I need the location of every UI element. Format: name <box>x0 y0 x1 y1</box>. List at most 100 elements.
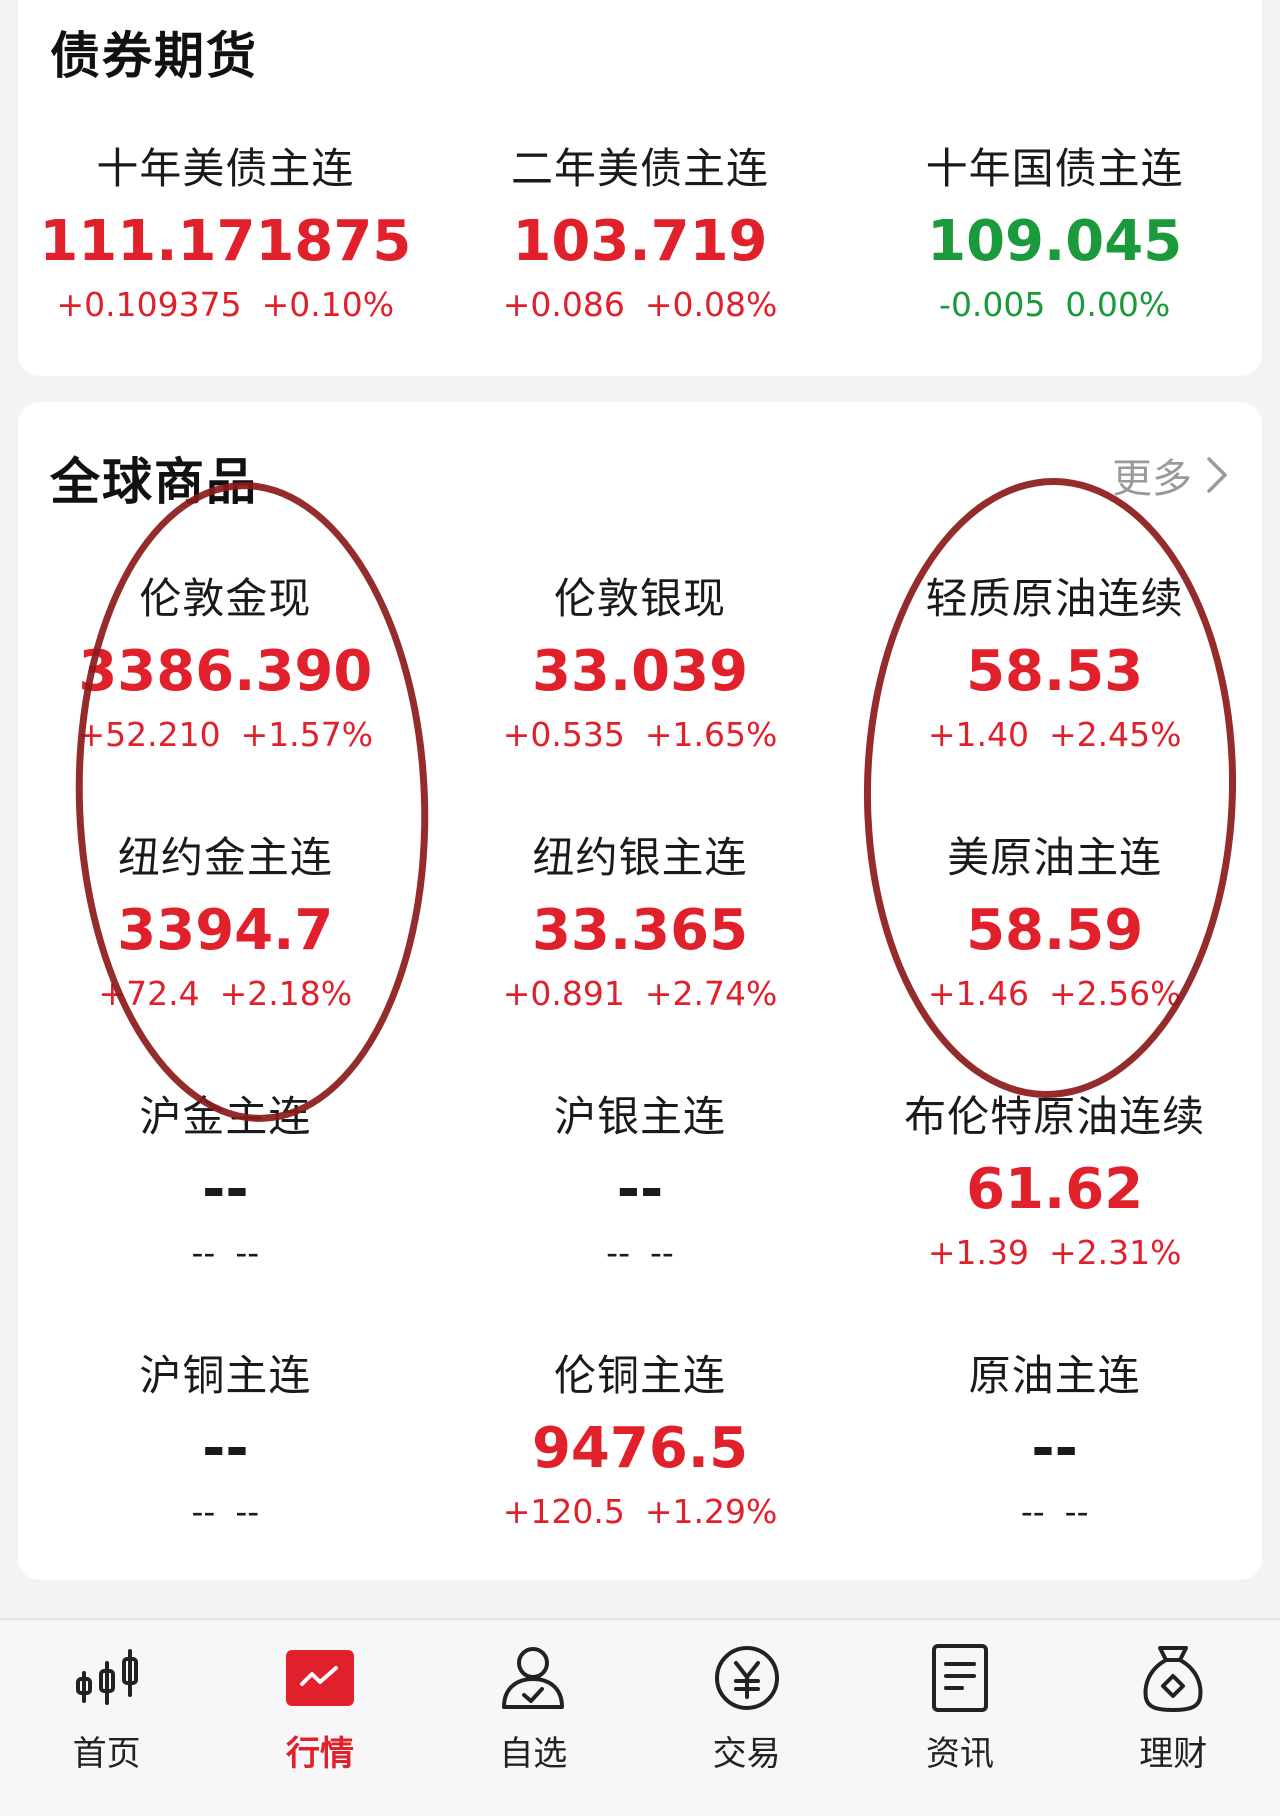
money-bag-icon <box>1133 1638 1213 1718</box>
quote-price: 33.039 <box>531 639 749 704</box>
tab-label: 资讯 <box>925 1734 994 1774</box>
quote-price: 3386.390 <box>78 639 373 704</box>
quote-change: +0.109375 <box>56 285 242 324</box>
quote-change-row: +0.109375 +0.10% <box>57 282 395 328</box>
quote-change-pct: +2.45% <box>1048 715 1182 754</box>
quote-change: +1.46 <box>927 974 1029 1013</box>
quote-shanghai-silver-main[interactable]: 沪银主连 -- -- -- <box>433 1088 848 1347</box>
quote-change-pct: +0.10% <box>261 285 395 324</box>
quote-price: 58.53 <box>966 639 1144 704</box>
quote-price: -- <box>202 1416 249 1481</box>
quote-change-row: -- -- <box>192 1230 260 1276</box>
quote-name: 沪银主连 <box>553 1092 726 1141</box>
quote-price: 103.719 <box>512 209 768 274</box>
tab-label: 首页 <box>72 1734 141 1774</box>
candlestick-icon <box>67 1638 147 1718</box>
quote-two-year-us-treasury[interactable]: 二年美债主连 103.719 +0.086 +0.08% <box>433 140 848 328</box>
quote-change-pct: +1.57% <box>240 715 374 754</box>
quote-name: 十年国债主连 <box>925 144 1184 193</box>
quote-ten-year-us-treasury[interactable]: 十年美债主连 111.171875 +0.109375 +0.10% <box>18 140 433 328</box>
chevron-right-icon <box>1207 457 1227 493</box>
quote-price: 58.59 <box>966 898 1144 963</box>
quote-name: 纽约金主连 <box>117 833 333 882</box>
quote-change-pct: +2.74% <box>644 974 778 1013</box>
tab-home[interactable]: 首页 <box>0 1620 213 1816</box>
quote-price: -- <box>202 1157 249 1222</box>
commodity-section-title: 全球商品 <box>50 453 258 511</box>
quote-change-pct: +1.65% <box>644 715 778 754</box>
quote-change-pct: 0.00% <box>1065 285 1171 324</box>
quote-change-pct: +2.31% <box>1048 1233 1182 1272</box>
quote-change-pct: -- <box>235 1492 260 1531</box>
quote-ny-silver-main[interactable]: 纽约银主连 33.365 +0.891 +2.74% <box>433 829 848 1088</box>
document-icon <box>920 1638 1000 1718</box>
tab-wealth[interactable]: 理财 <box>1067 1620 1280 1816</box>
tab-market[interactable]: 行情 <box>213 1620 426 1816</box>
quote-name: 伦敦金现 <box>139 574 312 623</box>
quote-name: 美原油主连 <box>947 833 1163 882</box>
more-button[interactable]: 更多 <box>1112 446 1228 504</box>
quote-change: +0.891 <box>502 974 625 1013</box>
quote-change: +1.39 <box>927 1233 1029 1272</box>
quote-london-silver-spot[interactable]: 伦敦银现 33.039 +0.535 +1.65% <box>433 570 848 829</box>
quote-change-row: -0.005 0.00% <box>939 282 1170 328</box>
quote-crude-main[interactable]: 原油主连 -- -- -- <box>847 1347 1262 1606</box>
bond-futures-card: 债券期货 十年美债主连 111.171875 +0.109375 +0.10% 二… <box>18 0 1262 376</box>
quote-london-copper-main[interactable]: 伦铜主连 9476.5 +120.5 +1.29% <box>433 1347 848 1606</box>
quote-change: +120.5 <box>502 1492 625 1531</box>
quote-price: -- <box>616 1157 664 1222</box>
quote-name: 伦铜主连 <box>553 1351 726 1400</box>
quote-change-row: +0.535 +1.65% <box>503 712 778 758</box>
tab-label: 自选 <box>499 1734 568 1774</box>
quote-name: 沪金主连 <box>139 1092 312 1141</box>
quote-name: 原油主连 <box>968 1351 1141 1400</box>
quote-london-gold-spot[interactable]: 伦敦金现 3386.390 +52.210 +1.57% <box>18 570 433 829</box>
quote-price: 111.171875 <box>39 209 412 274</box>
tab-news[interactable]: 资讯 <box>853 1620 1066 1816</box>
global-commodities-card: 全球商品 更多 伦敦金现 3386.390 +52.210 +1.57% 伦敦银现… <box>18 402 1262 1580</box>
quote-change: +52.210 <box>77 715 221 754</box>
quote-change-row: +0.891 +2.74% <box>503 971 778 1017</box>
quote-shanghai-gold-main[interactable]: 沪金主连 -- -- -- <box>18 1088 433 1347</box>
quote-change-pct: -- <box>235 1233 260 1272</box>
quote-change-row: -- -- <box>606 1230 674 1276</box>
tab-trade[interactable]: 交易 <box>640 1620 853 1816</box>
quote-light-crude-continuous[interactable]: 轻质原油连续 58.53 +1.40 +2.45% <box>847 570 1262 829</box>
quote-change-pct: +2.56% <box>1048 974 1182 1013</box>
user-check-icon <box>493 1638 573 1718</box>
quote-change-pct: +1.29% <box>644 1492 778 1531</box>
quote-shanghai-copper-main[interactable]: 沪铜主连 -- -- -- <box>18 1347 433 1606</box>
quote-change: -- <box>1020 1492 1045 1531</box>
quote-change-row: +1.40 +2.45% <box>928 712 1182 758</box>
quote-change: +0.086 <box>502 285 625 324</box>
quote-change: +0.535 <box>502 715 625 754</box>
quote-us-crude-main[interactable]: 美原油主连 58.59 +1.46 +2.56% <box>847 829 1262 1088</box>
quote-change: +72.4 <box>98 974 200 1013</box>
quote-name: 二年美债主连 <box>510 144 769 193</box>
quote-change: -- <box>191 1233 216 1272</box>
quote-name: 十年美债主连 <box>96 144 355 193</box>
more-label: 更多 <box>1112 456 1192 502</box>
quote-name: 沪铜主连 <box>139 1351 312 1400</box>
quote-name: 伦敦银现 <box>553 574 726 623</box>
bond-section-title: 债券期货 <box>50 27 258 85</box>
quote-brent-crude-continuous[interactable]: 布伦特原油连续 61.62 +1.39 +2.31% <box>847 1088 1262 1347</box>
quote-ny-gold-main[interactable]: 纽约金主连 3394.7 +72.4 +2.18% <box>18 829 433 1088</box>
quote-ten-year-cn-treasury[interactable]: 十年国债主连 109.045 -0.005 0.00% <box>847 140 1262 328</box>
quote-price: 9476.5 <box>531 1416 749 1481</box>
quote-price: -- <box>1031 1416 1078 1481</box>
quote-change-row: -- -- <box>1021 1489 1089 1535</box>
quote-name: 纽约银主连 <box>532 833 748 882</box>
quote-price: 3394.7 <box>117 898 334 963</box>
quote-change-pct: +0.08% <box>644 285 778 324</box>
tab-label: 理财 <box>1139 1734 1208 1774</box>
bond-quote-grid: 十年美债主连 111.171875 +0.109375 +0.10% 二年美债主连… <box>18 140 1262 328</box>
quote-change-pct: -- <box>649 1233 674 1272</box>
quote-change-row: +0.086 +0.08% <box>503 282 778 328</box>
tab-label: 交易 <box>712 1734 781 1774</box>
quote-change-row: +52.210 +1.57% <box>78 712 374 758</box>
quote-price: 109.045 <box>927 209 1183 274</box>
tab-watchlist[interactable]: 自选 <box>427 1620 640 1816</box>
quote-change: -- <box>606 1233 630 1272</box>
quote-change-row: +72.4 +2.18% <box>99 971 353 1017</box>
